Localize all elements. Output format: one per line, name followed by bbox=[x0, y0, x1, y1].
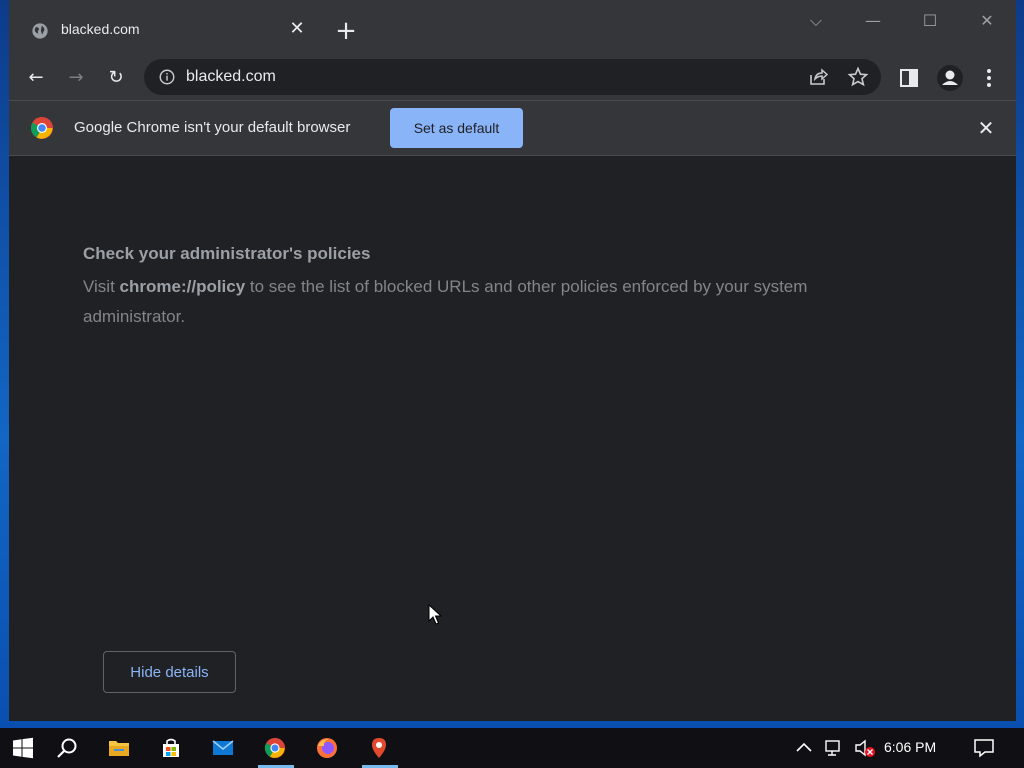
microsoft-store-icon bbox=[163, 738, 179, 757]
start-icon bbox=[13, 737, 33, 759]
bookmark-star-icon[interactable] bbox=[847, 66, 869, 88]
taskbar-maps[interactable] bbox=[356, 728, 404, 768]
url-text[interactable]: blacked.com bbox=[186, 68, 276, 86]
policy-link: chrome://policy bbox=[119, 277, 246, 296]
default-browser-infobar: Google Chrome isn't your default browser… bbox=[9, 101, 1016, 156]
site-info-icon[interactable] bbox=[158, 68, 176, 86]
network-icon[interactable] bbox=[824, 738, 844, 758]
taskbar-mail[interactable] bbox=[200, 728, 248, 768]
globe-icon bbox=[32, 23, 48, 39]
browser-toolbar: ← → ↻ blacked.com bbox=[9, 56, 1016, 101]
tab-search-icon[interactable]: ⌵ bbox=[796, 8, 836, 34]
reload-button[interactable]: ↻ bbox=[100, 62, 132, 94]
policy-heading: Check your administrator's policies bbox=[83, 244, 371, 263]
address-bar[interactable]: blacked.com bbox=[144, 59, 881, 95]
file-explorer-icon bbox=[109, 741, 129, 756]
tab-close-icon[interactable]: ✕ bbox=[287, 19, 307, 39]
close-window-icon[interactable]: ✕ bbox=[967, 8, 1007, 34]
infobar-close-icon[interactable]: ✕ bbox=[975, 117, 997, 139]
maximize-icon[interactable]: ☐ bbox=[910, 8, 950, 34]
tab-active[interactable]: blacked.com ✕ bbox=[17, 8, 325, 56]
taskbar-clock[interactable]: 6:06 PM bbox=[884, 739, 936, 755]
taskbar-microsoft-store[interactable] bbox=[148, 728, 196, 768]
minimize-icon[interactable]: — bbox=[853, 8, 893, 34]
back-button[interactable]: ← bbox=[20, 62, 52, 94]
maps-pin-icon bbox=[372, 738, 386, 758]
set-as-default-button[interactable]: Set as default bbox=[390, 108, 523, 148]
chrome-icon bbox=[264, 737, 286, 759]
hide-details-button[interactable]: Hide details bbox=[103, 651, 236, 693]
chrome-logo-icon bbox=[31, 117, 53, 139]
policy-description: Visit chrome://policy to see the list of… bbox=[83, 272, 913, 332]
chrome-window: blacked.com ✕ + ⌵ — ☐ ✕ ← → ↻ blacked.co… bbox=[9, 0, 1016, 721]
start-button[interactable] bbox=[0, 728, 48, 768]
mouse-cursor-icon bbox=[428, 604, 442, 625]
tab-title: blacked.com bbox=[61, 21, 140, 37]
search-icon bbox=[57, 738, 77, 758]
profile-avatar-icon[interactable] bbox=[936, 64, 964, 92]
taskbar-file-explorer[interactable] bbox=[96, 728, 144, 768]
mail-icon bbox=[212, 740, 234, 755]
side-panel-icon[interactable] bbox=[898, 67, 920, 89]
taskbar-chrome[interactable] bbox=[252, 728, 300, 768]
volume-muted-icon[interactable] bbox=[854, 738, 878, 758]
notifications-icon[interactable] bbox=[973, 738, 995, 758]
share-icon[interactable] bbox=[807, 66, 829, 88]
policy-text-prefix: Visit bbox=[83, 277, 120, 296]
menu-kebab-icon[interactable] bbox=[979, 67, 999, 89]
chevron-up-icon[interactable] bbox=[794, 738, 814, 758]
tab-strip: blacked.com ✕ + ⌵ — ☐ ✕ bbox=[9, 0, 1016, 56]
taskbar: 6:06 PM bbox=[0, 728, 1024, 768]
infobar-message: Google Chrome isn't your default browser bbox=[74, 119, 351, 136]
page-content: Check your administrator's policies Visi… bbox=[9, 156, 1016, 721]
taskbar-firefox[interactable] bbox=[304, 728, 352, 768]
new-tab-button[interactable]: + bbox=[335, 18, 357, 44]
taskbar-search-button[interactable] bbox=[44, 728, 92, 768]
firefox-icon bbox=[317, 738, 337, 758]
forward-button[interactable]: → bbox=[60, 62, 92, 94]
